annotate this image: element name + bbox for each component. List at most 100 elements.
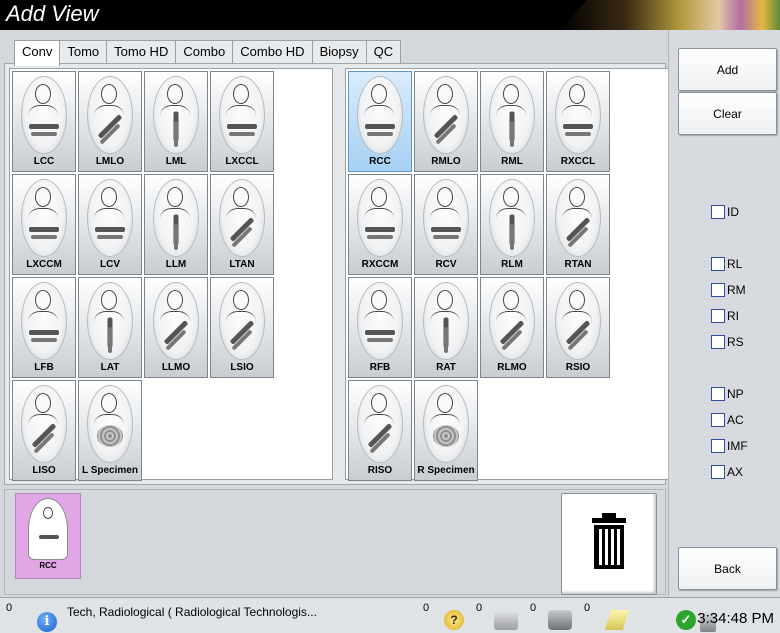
media-tray-icon[interactable] xyxy=(494,610,518,630)
action-sidebar: Add Clear ID RL RM RI RS NP AC IMF AX Back xyxy=(668,30,780,597)
modifier-label: IMF xyxy=(727,439,748,453)
view-tile-ltan[interactable]: LTAN xyxy=(210,174,274,275)
view-panels: LCC LMLO LML LXCCL LXCCM LCV LLM LTAN LFB LAT LLMO… xyxy=(4,63,669,485)
view-label: LCC xyxy=(33,156,55,167)
view-label: LMLO xyxy=(95,156,125,167)
modifier-imf[interactable]: IMF xyxy=(711,439,748,453)
tab-combo-hd[interactable]: Combo HD xyxy=(232,40,313,64)
view-tile-lxccm[interactable]: LXCCM xyxy=(12,174,76,275)
added-view-thumbnail[interactable]: RCC xyxy=(15,493,81,579)
delete-view-button[interactable] xyxy=(561,493,657,595)
modifier-checkbox[interactable] xyxy=(711,283,725,297)
modifier-id[interactable]: ID xyxy=(711,205,739,219)
back-button[interactable]: Back xyxy=(678,547,777,590)
output-count: 0 xyxy=(584,602,591,614)
modifier-checkbox[interactable] xyxy=(711,205,725,219)
view-tile-lcc[interactable]: LCC xyxy=(12,71,76,172)
modifier-ri[interactable]: RI xyxy=(711,309,739,323)
view-label: LAT xyxy=(100,362,120,373)
modifier-checkbox[interactable] xyxy=(711,257,725,271)
view-tile-lsio[interactable]: LSIO xyxy=(210,277,274,378)
user-name[interactable]: Tech, Radiological ( Radiological Techno… xyxy=(67,605,317,619)
tab-tomo[interactable]: Tomo xyxy=(59,40,108,64)
modifier-label: RM xyxy=(727,283,746,297)
add-button[interactable]: Add xyxy=(678,48,777,91)
modifier-checkbox[interactable] xyxy=(711,439,725,453)
view-label: LLMO xyxy=(161,362,191,373)
view-label: RAT xyxy=(436,362,456,373)
view-label: RCV xyxy=(435,259,457,270)
modifier-checkbox[interactable] xyxy=(711,309,725,323)
added-views-area: RCC xyxy=(4,489,666,595)
status-bar: 0 i Tech, Radiological ( Radiological Te… xyxy=(0,597,780,633)
view-label: LLM xyxy=(165,259,187,270)
modifier-label: NP xyxy=(727,387,744,401)
added-view-label: RCC xyxy=(39,561,57,570)
tab-combo[interactable]: Combo xyxy=(175,40,234,64)
view-tile-rxccl[interactable]: RXCCL xyxy=(546,71,610,172)
clock: 3:34:48 PM xyxy=(697,610,774,627)
view-tile-l-specimen[interactable]: L Specimen xyxy=(78,380,142,481)
modifier-label: RI xyxy=(727,309,739,323)
modifier-ac[interactable]: AC xyxy=(711,413,744,427)
view-tile-lat[interactable]: LAT xyxy=(78,277,142,378)
view-label: LXCCL xyxy=(225,156,259,167)
view-tile-lxccl[interactable]: LXCCL xyxy=(210,71,274,172)
modifier-label: AC xyxy=(727,413,744,427)
view-tile-lmlo[interactable]: LMLO xyxy=(78,71,142,172)
modifier-checkbox[interactable] xyxy=(711,387,725,401)
modifier-rl[interactable]: RL xyxy=(711,257,742,271)
view-label: LTAN xyxy=(229,259,255,270)
modifier-checkbox[interactable] xyxy=(711,413,725,427)
printer-icon[interactable] xyxy=(548,610,572,630)
view-label: RML xyxy=(501,156,523,167)
view-tile-lfb[interactable]: LFB xyxy=(12,277,76,378)
modifier-rs[interactable]: RS xyxy=(711,335,744,349)
tab-biopsy[interactable]: Biopsy xyxy=(311,40,367,64)
view-tile-rat[interactable]: RAT xyxy=(414,277,478,378)
view-tile-llm[interactable]: LLM xyxy=(144,174,208,275)
view-tile-llmo[interactable]: LLMO xyxy=(144,277,208,378)
view-tile-rsio[interactable]: RSIO xyxy=(546,277,610,378)
view-label: RISO xyxy=(367,465,393,476)
modifier-np[interactable]: NP xyxy=(711,387,744,401)
modifier-ax[interactable]: AX xyxy=(711,465,743,479)
tray-count: 0 xyxy=(476,602,483,614)
view-tile-liso[interactable]: LISO xyxy=(12,380,76,481)
status-check-icon[interactable]: ✓ xyxy=(676,610,696,630)
view-tile-rlm[interactable]: RLM xyxy=(480,174,544,275)
view-tile-rmlo[interactable]: RMLO xyxy=(414,71,478,172)
view-label: RSIO xyxy=(565,362,591,373)
tab-qc[interactable]: QC xyxy=(365,40,402,64)
tab-tomo-hd[interactable]: Tomo HD xyxy=(106,40,177,64)
help-icon[interactable]: ? xyxy=(444,610,464,630)
view-tile-rcv[interactable]: RCV xyxy=(414,174,478,275)
view-tile-rfb[interactable]: RFB xyxy=(348,277,412,378)
view-tile-r-specimen[interactable]: R Specimen xyxy=(414,380,478,481)
view-tile-rcc[interactable]: RCC xyxy=(348,71,412,172)
view-label: LCV xyxy=(100,259,120,270)
help-count: 0 xyxy=(423,602,430,614)
view-tile-rxccm[interactable]: RXCCM xyxy=(348,174,412,275)
notes-icon[interactable] xyxy=(604,610,630,630)
view-tile-lcv[interactable]: LCV xyxy=(78,174,142,275)
modifier-label: RS xyxy=(727,335,744,349)
clear-button[interactable]: Clear xyxy=(678,92,777,135)
view-label: LXCCM xyxy=(26,259,62,270)
modifier-rm[interactable]: RM xyxy=(711,283,746,297)
view-tile-lml[interactable]: LML xyxy=(144,71,208,172)
modifier-checkbox[interactable] xyxy=(711,465,725,479)
modifier-label: ID xyxy=(727,205,739,219)
info-icon[interactable]: i xyxy=(37,612,57,632)
view-label: LISO xyxy=(32,465,56,476)
view-tile-rlmo[interactable]: RLMO xyxy=(480,277,544,378)
modifier-checkbox[interactable] xyxy=(711,335,725,349)
view-tile-rml[interactable]: RML xyxy=(480,71,544,172)
view-tile-rtan[interactable]: RTAN xyxy=(546,174,610,275)
left-breast-views: LCC LMLO LML LXCCL LXCCM LCV LLM LTAN LFB LAT LLMO… xyxy=(9,68,333,481)
print-count: 0 xyxy=(530,602,537,614)
view-label: LSIO xyxy=(230,362,254,373)
view-tile-riso[interactable]: RISO xyxy=(348,380,412,481)
tab-conv[interactable]: Conv xyxy=(14,40,61,66)
breast-position-icon xyxy=(28,498,68,560)
